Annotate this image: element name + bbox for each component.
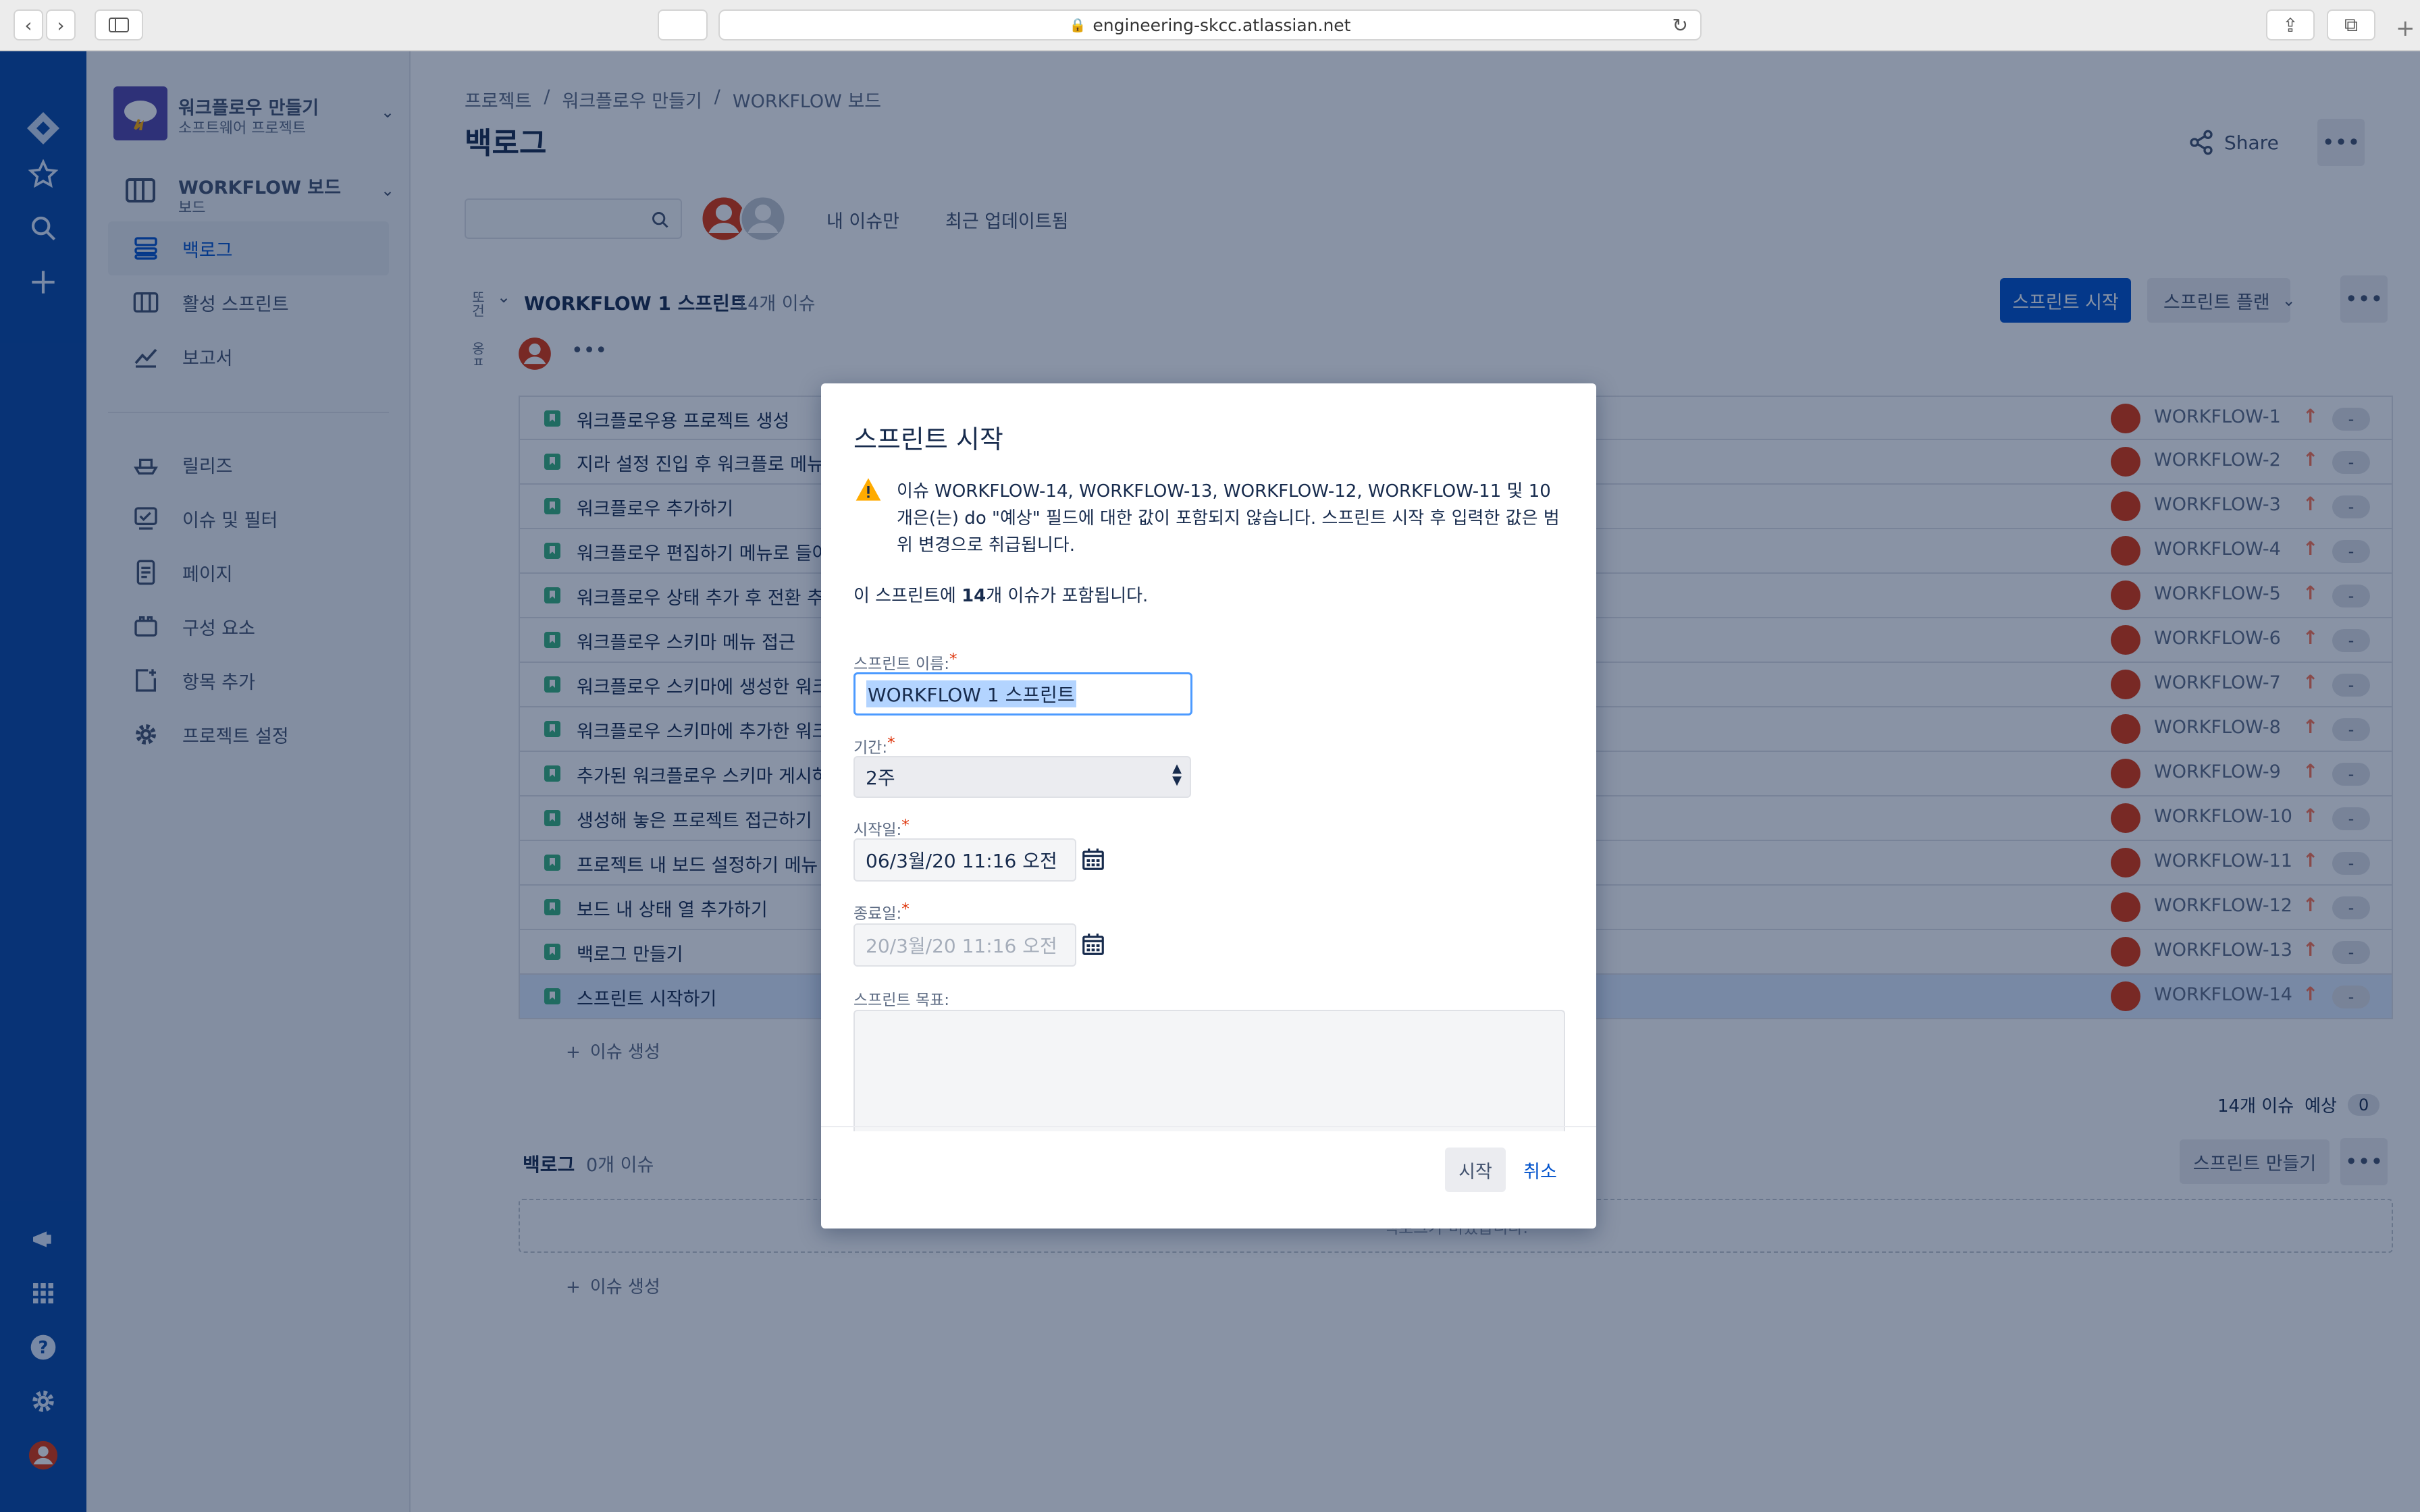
sidebar-toggle-icon[interactable] — [95, 9, 143, 40]
dialog-footer-divider — [821, 1126, 1596, 1127]
address-bar[interactable]: 🔒 engineering-skcc.atlassian.net ↻ — [718, 9, 1702, 40]
duration-select[interactable]: 2주 ▲ ▼ — [853, 756, 1191, 798]
warning-message: 이슈 WORKFLOW-14, WORKFLOW-13, WORKFLOW-12… — [897, 481, 1560, 556]
calendar-icon[interactable] — [1080, 846, 1106, 872]
share-icon[interactable]: ⇪ — [2266, 9, 2315, 40]
sprint-goal-textarea[interactable] — [853, 1010, 1565, 1131]
sprint-name-input[interactable]: WORKFLOW 1 스프린트 — [853, 672, 1192, 716]
url-text: engineering-skcc.atlassian.net — [1093, 15, 1351, 35]
calendar-icon[interactable] — [1080, 932, 1106, 957]
reload-icon[interactable]: ↻ — [1673, 14, 1688, 36]
lock-icon: 🔒 — [1069, 17, 1086, 33]
start-date-label: 시작일:* — [853, 817, 910, 839]
cancel-button[interactable]: 취소 — [1517, 1148, 1564, 1192]
start-date-input[interactable]: 06/3월/20 11:16 오전 — [853, 838, 1076, 882]
tab-overview-button[interactable] — [658, 9, 708, 40]
forward-icon[interactable]: › — [46, 9, 76, 40]
back-icon[interactable]: ‹ — [14, 9, 43, 40]
new-tab-icon[interactable]: + — [2396, 15, 2415, 42]
tabs-icon[interactable]: ⧉ — [2327, 9, 2375, 40]
end-date-label: 종료일:* — [853, 900, 910, 923]
sprint-name-label: 스프린트 이름:* — [853, 651, 957, 673]
issue-count-info: 이 스프린트에 14개 이슈가 포함됩니다. — [853, 586, 1149, 606]
browser-toolbar: ‹ › 🔒 engineering-skcc.atlassian.net ↻ ⇪… — [0, 0, 2420, 51]
start-sprint-dialog: 스프린트 시작 이슈 WORKFLOW-14, WORKFLOW-13, WOR… — [821, 383, 1596, 1228]
end-date-input[interactable]: 20/3월/20 11:16 오전 — [853, 923, 1076, 967]
dialog-title: 스프린트 시작 — [853, 425, 1003, 454]
start-button[interactable]: 시작 — [1445, 1148, 1506, 1192]
sprint-goal-label: 스프린트 목표: — [853, 992, 950, 1009]
duration-label: 기간:* — [853, 734, 895, 757]
warning-icon — [856, 478, 881, 501]
select-arrows-icon: ▲ ▼ — [1172, 761, 1182, 788]
